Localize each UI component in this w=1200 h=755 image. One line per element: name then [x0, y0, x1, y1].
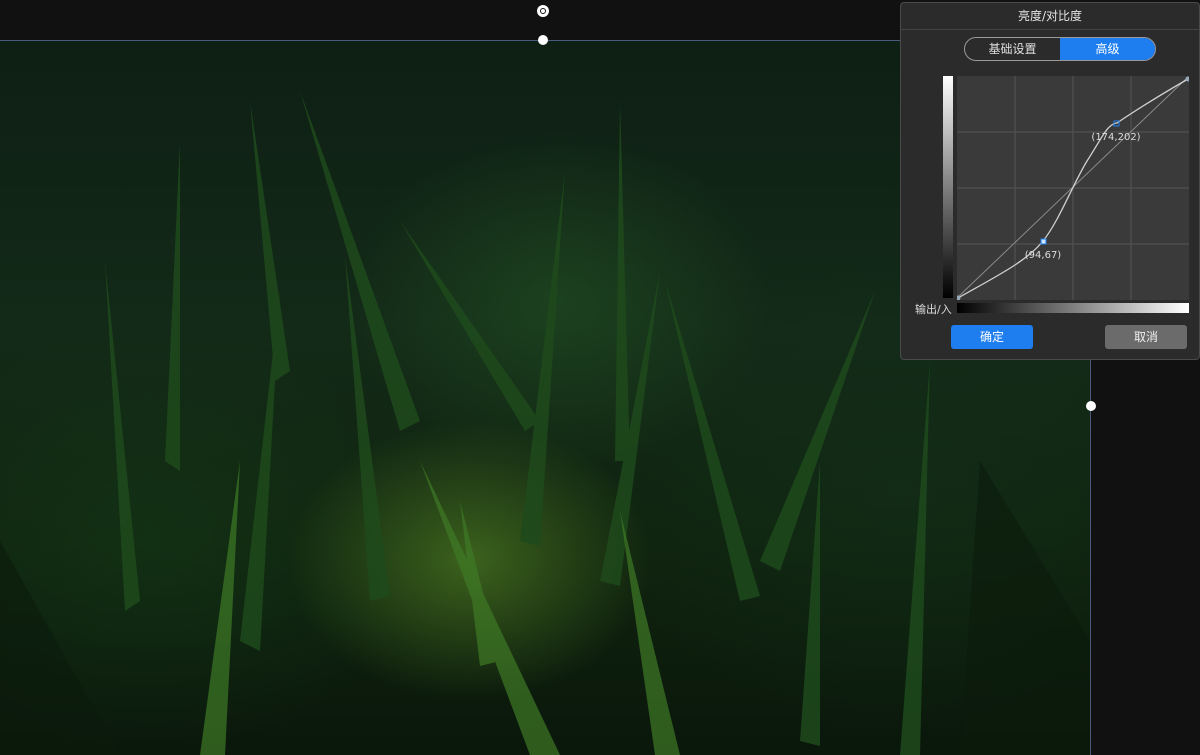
tab-basic-settings[interactable]: 基础设置	[965, 38, 1060, 60]
output-input-label: 输出/入	[915, 303, 952, 316]
confirm-button[interactable]: 确定	[951, 325, 1033, 349]
resize-handle-right[interactable]	[1086, 401, 1096, 411]
curve-editor[interactable]: (94,67) (174,202)	[955, 76, 1191, 301]
curve-point-label-2: (174,202)	[1091, 132, 1140, 143]
dialog-title: 亮度/对比度	[901, 3, 1199, 30]
output-gradient-bar	[943, 76, 953, 298]
cancel-button[interactable]: 取消	[1105, 325, 1187, 349]
input-gradient-bar	[957, 303, 1189, 313]
tab-advanced[interactable]: 高级	[1060, 38, 1155, 60]
rotate-handle[interactable]	[537, 5, 549, 17]
curve-point-shadow[interactable]	[1040, 238, 1047, 245]
mode-segmented-control: 基础设置 高级	[964, 37, 1156, 61]
brightness-contrast-dialog: 亮度/对比度 基础设置 高级 (94,67) (174,202) 输出/入 确定…	[900, 2, 1200, 360]
curve-point-label-1: (94,67)	[1025, 250, 1062, 261]
resize-handle-top[interactable]	[538, 35, 548, 45]
